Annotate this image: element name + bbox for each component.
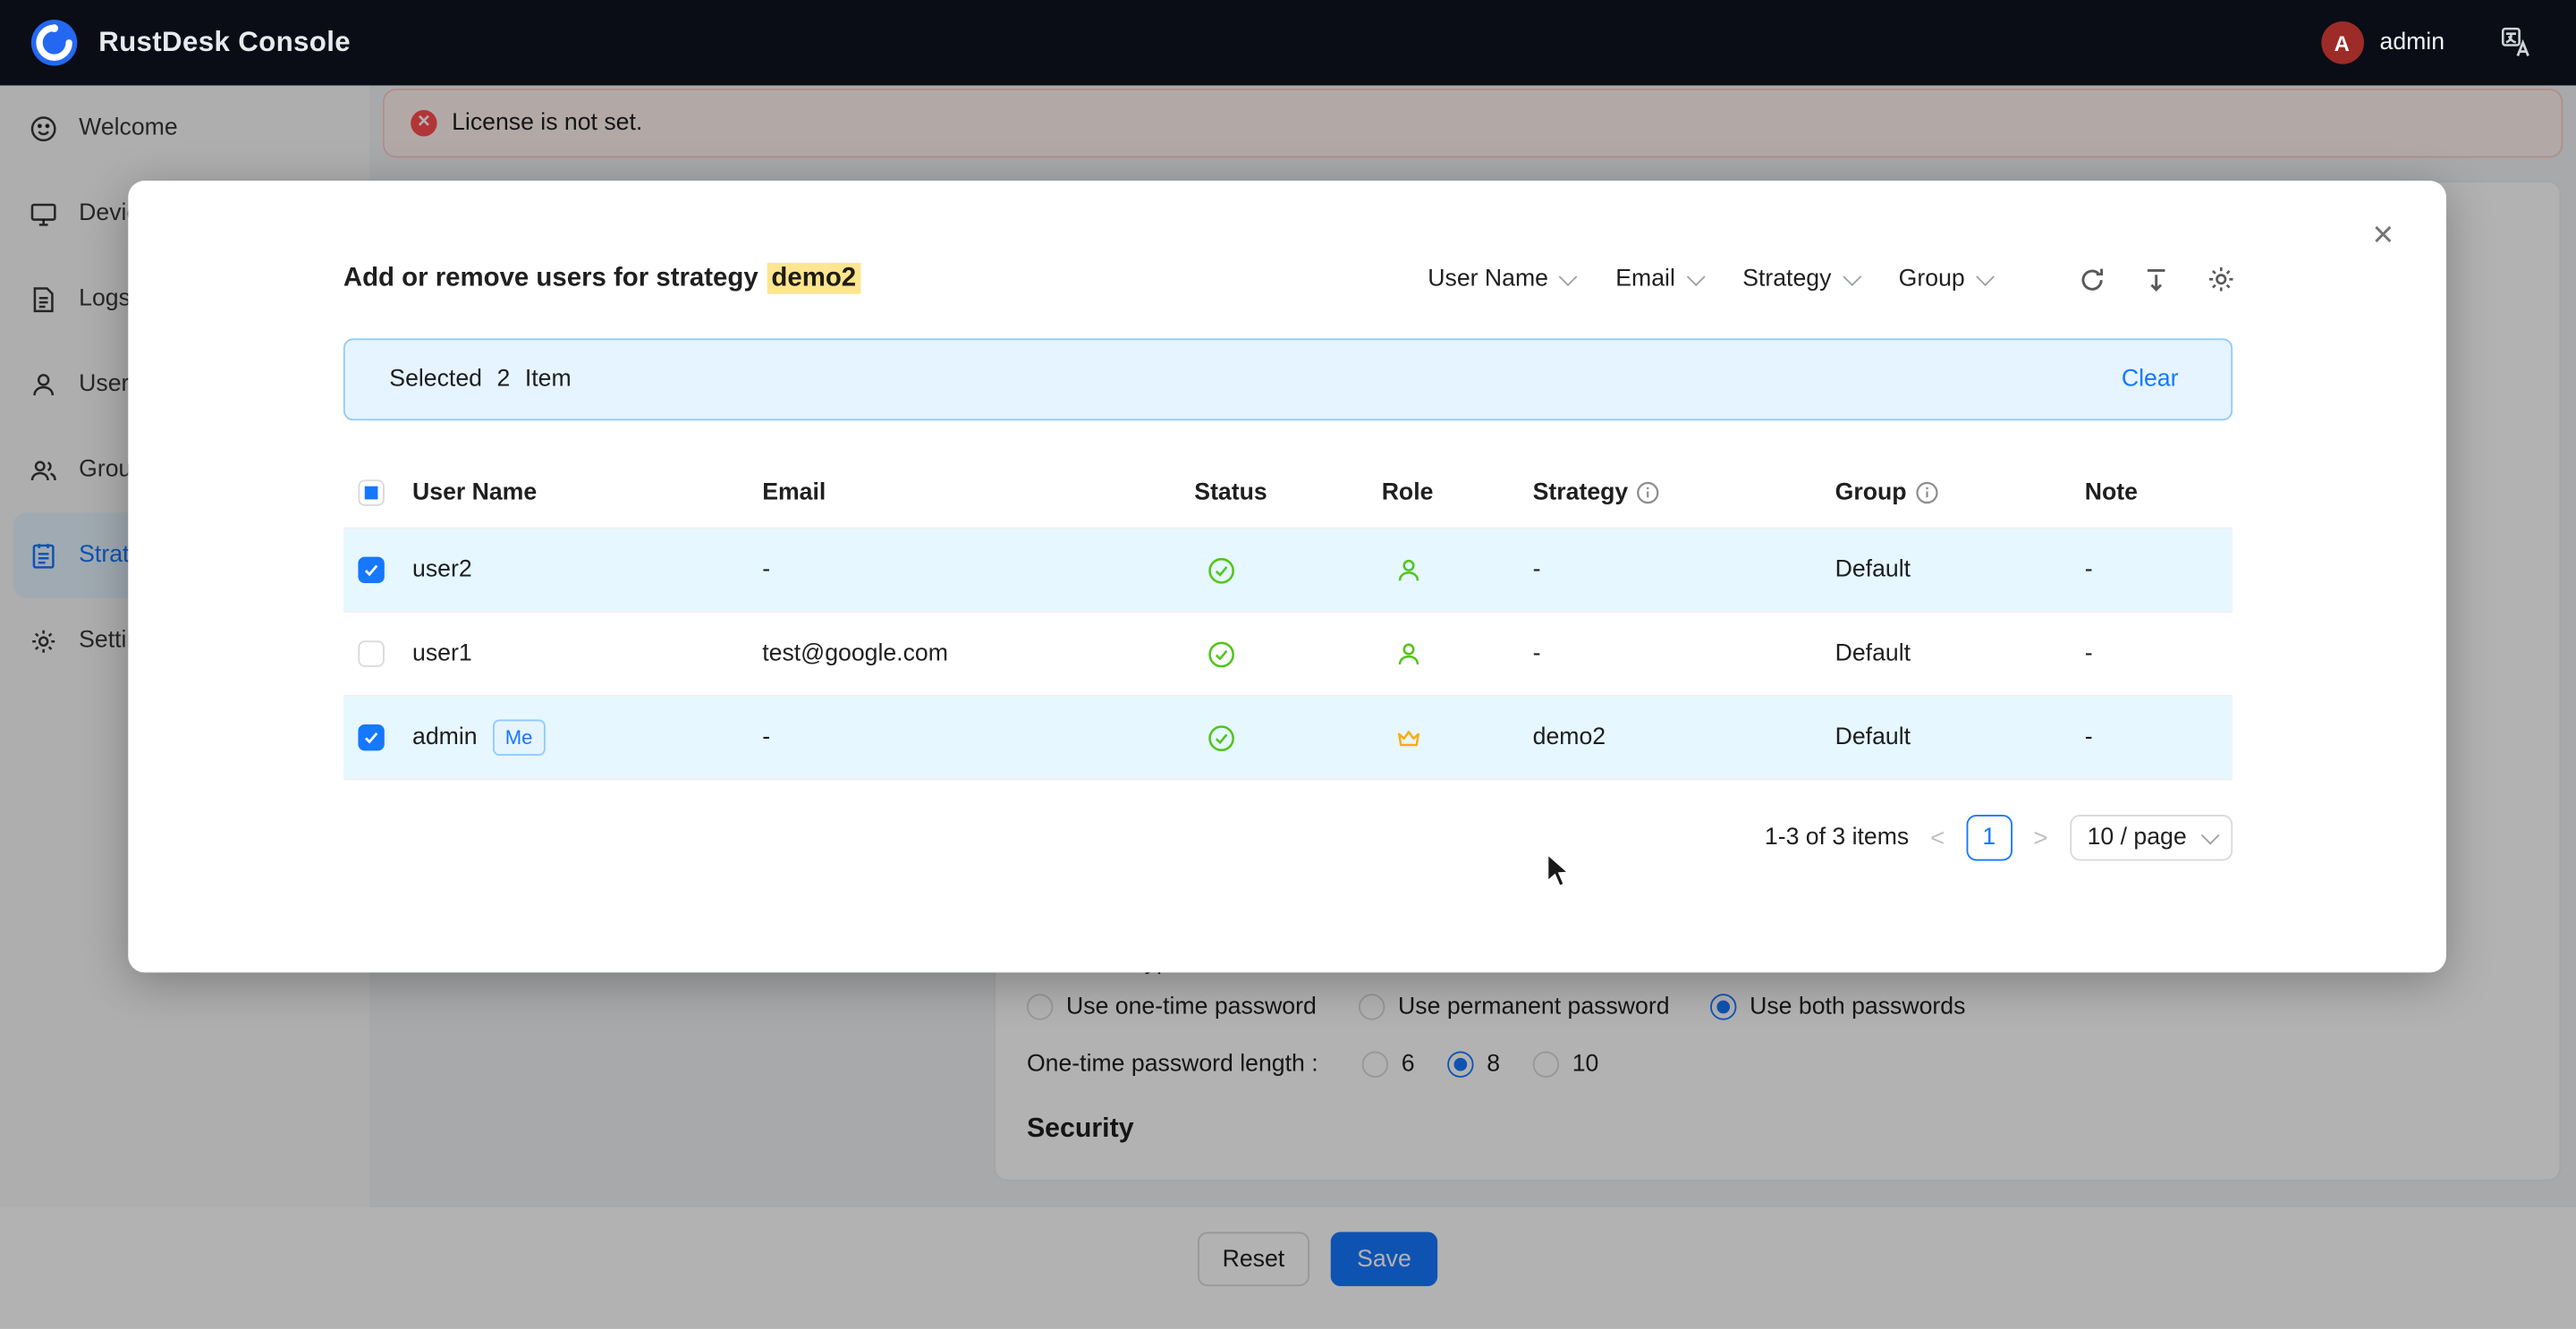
indeterminate-mark-icon (365, 486, 378, 499)
col-status: Status (1194, 478, 1381, 504)
select-all-checkbox[interactable] (358, 478, 384, 504)
cell-role (1382, 639, 1533, 667)
admin-crown-icon (1394, 724, 1422, 751)
filter-label: Email (1615, 267, 1675, 292)
cell-strategy: - (1533, 557, 1835, 583)
status-ok-icon (1208, 724, 1235, 751)
filter-label: User Name (1428, 267, 1548, 292)
check-icon (361, 728, 381, 748)
cell-status (1194, 639, 1381, 667)
col-strategy: Strategy (1533, 478, 1835, 504)
user-role-icon (1394, 639, 1422, 667)
translate-icon[interactable] (2501, 26, 2534, 59)
table-row[interactable]: user2 - - Default - (343, 529, 2233, 613)
app-title: RustDesk Console (98, 26, 351, 59)
table-settings-gear-icon[interactable] (2207, 265, 2236, 294)
chevron-down-icon (1843, 267, 1861, 286)
prev-page-icon[interactable]: < (1927, 824, 1947, 851)
cell-email: test@google.com (762, 640, 1194, 666)
cell-user-name: adminMe (412, 719, 762, 755)
users-table: User Name Email Status Role Strategy Gro… (343, 457, 2233, 781)
cell-note: - (2085, 724, 2233, 750)
filter-label: Group (1899, 267, 1965, 292)
page-number-button[interactable]: 1 (1966, 815, 2012, 860)
chevron-down-icon (1686, 267, 1705, 286)
col-group: Group (1835, 478, 2085, 504)
app-canvas: RustDesk Console A admin Welcome (0, 0, 2576, 1329)
info-icon[interactable] (1915, 480, 1938, 504)
cell-group: Default (1835, 724, 2085, 750)
status-ok-icon (1208, 639, 1235, 667)
user-avatar[interactable]: A (2320, 21, 2363, 64)
cell-user-name: user2 (412, 557, 762, 583)
check-icon (361, 560, 381, 580)
import-icon[interactable] (2142, 266, 2170, 293)
table-row[interactable]: adminMe - demo2 Default - (343, 697, 2233, 781)
modal-header: Add or remove users for strategy demo2 Us… (343, 253, 2236, 306)
selected-label: Selected (389, 367, 482, 393)
page-size-select[interactable]: 10 / page (2069, 815, 2233, 860)
filter-label: Strategy (1742, 267, 1831, 292)
modal-title-text: Add or remove users for strategy (343, 265, 758, 292)
strategy-users-modal: × Add or remove users for strategy demo2 … (128, 181, 2446, 972)
filter-user-name[interactable]: User Name (1428, 267, 1572, 292)
col-role: Role (1382, 478, 1533, 504)
table-row[interactable]: user1 test@google.com - Default - (343, 613, 2233, 697)
cell-strategy: demo2 (1533, 724, 1835, 750)
col-user-name: User Name (412, 478, 762, 504)
cell-role (1382, 556, 1533, 584)
chevron-down-icon (1559, 267, 1578, 286)
cell-note: - (2085, 557, 2233, 583)
cell-strategy: - (1533, 640, 1835, 666)
pagination: 1-3 of 3 items < 1 > 10 / page (1765, 813, 2233, 862)
row-checkbox[interactable] (358, 640, 384, 666)
table-header-row: User Name Email Status Role Strategy Gro… (343, 457, 2233, 529)
user-name[interactable]: admin (2380, 30, 2445, 55)
selected-count: 2 (496, 367, 510, 393)
row-checkbox[interactable] (358, 557, 384, 583)
row-checkbox[interactable] (358, 724, 384, 750)
cell-group: Default (1835, 557, 2085, 583)
strategy-name-highlight: demo2 (767, 263, 861, 294)
col-note: Note (2085, 478, 2233, 504)
cell-email: - (762, 557, 1194, 583)
filter-email[interactable]: Email (1615, 267, 1699, 292)
col-email: Email (762, 478, 1194, 504)
user-role-icon (1394, 556, 1422, 584)
refresh-icon[interactable] (2078, 266, 2106, 293)
rustdesk-logo-icon (30, 18, 79, 67)
cell-user-name: user1 (412, 640, 762, 666)
page-size-value: 10 / page (2088, 825, 2187, 851)
me-badge: Me (492, 719, 546, 755)
chevron-down-icon (2201, 826, 2220, 845)
top-navbar: RustDesk Console A admin (0, 0, 2576, 86)
modal-title: Add or remove users for strategy demo2 (343, 265, 861, 294)
next-page-icon[interactable]: > (2030, 824, 2051, 851)
selection-info-bar: Selected 2 Item Clear (343, 338, 2233, 420)
pagination-total: 1-3 of 3 items (1765, 825, 1909, 851)
cell-email: - (762, 724, 1194, 750)
cell-status (1194, 556, 1381, 584)
chevron-down-icon (1976, 267, 1995, 286)
cell-status (1194, 724, 1381, 751)
cell-note: - (2085, 640, 2233, 666)
cell-group: Default (1835, 640, 2085, 666)
status-ok-icon (1208, 556, 1235, 584)
clear-selection-link[interactable]: Clear (2122, 367, 2179, 393)
cell-role (1382, 724, 1533, 751)
item-label: Item (525, 367, 572, 393)
filter-strategy[interactable]: Strategy (1742, 267, 1856, 292)
filter-bar: User Name Email Strategy Group (1428, 265, 2235, 294)
info-icon[interactable] (1636, 480, 1659, 504)
filter-group[interactable]: Group (1899, 267, 1990, 292)
close-icon[interactable]: × (2372, 216, 2394, 252)
